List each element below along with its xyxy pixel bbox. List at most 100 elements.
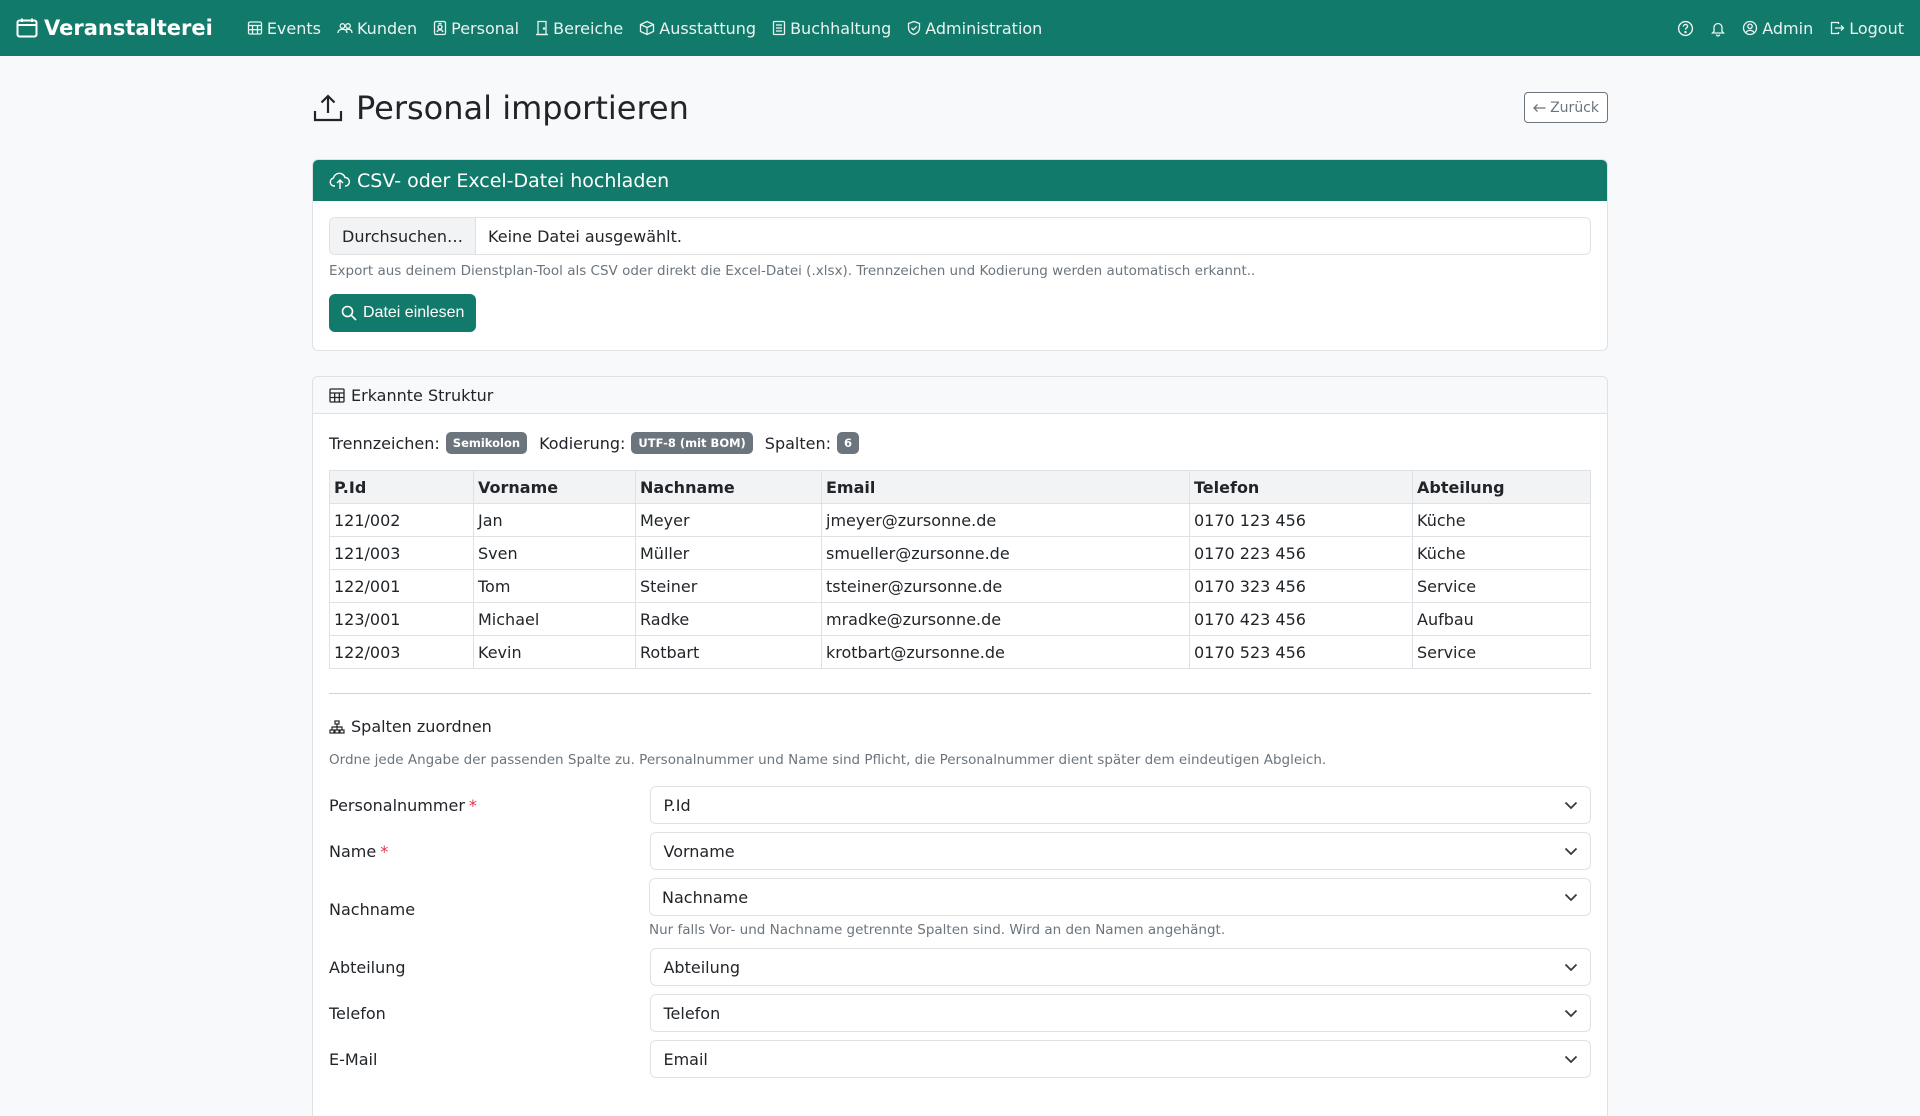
column-header: P.Id bbox=[329, 470, 474, 504]
select-telefon[interactable]: Telefon bbox=[650, 994, 1591, 1032]
field-label-text: Telefon bbox=[329, 1003, 386, 1023]
user-circle-icon bbox=[1742, 20, 1758, 36]
structure-meta: Trennzeichen: Semikolon Kodierung: UTF-8… bbox=[329, 432, 1591, 454]
logout-icon bbox=[1829, 20, 1845, 36]
page-title-text: Personal importieren bbox=[356, 88, 689, 127]
nachname-field-group: Nachname Nur falls Vor- und Nachname get… bbox=[649, 878, 1591, 938]
nav-administration[interactable]: Administration bbox=[907, 19, 1042, 38]
structure-card-title: Erkannte Struktur bbox=[351, 385, 494, 405]
people-icon bbox=[337, 20, 353, 36]
table-cell: 123/001 bbox=[329, 602, 474, 636]
select-nachname[interactable]: Nachname bbox=[649, 878, 1591, 916]
structure-card-header: Erkannte Struktur bbox=[313, 377, 1607, 414]
delimiter-badge: Semikolon bbox=[445, 432, 528, 454]
table-cell: jmeyer@zursonne.de bbox=[821, 503, 1190, 537]
table-icon bbox=[329, 387, 345, 403]
nav-admin-user[interactable]: Admin bbox=[1742, 19, 1813, 38]
read-file-label: Datei einlesen bbox=[363, 304, 465, 321]
mapping-label: Personalnummer * bbox=[329, 786, 650, 824]
structure-card-body: Trennzeichen: Semikolon Kodierung: UTF-8… bbox=[313, 414, 1607, 1094]
table-row: 121/002 Jan Meyer jmeyer@zursonne.de 017… bbox=[329, 503, 1591, 537]
structure-card: Erkannte Struktur Trennzeichen: Semikolo… bbox=[312, 376, 1608, 1116]
table-row: 123/001 Michael Radke mradke@zursonne.de… bbox=[329, 602, 1591, 636]
table-cell: 0170 323 456 bbox=[1189, 569, 1413, 603]
table-cell: Jan bbox=[473, 503, 636, 537]
back-button[interactable]: Zurück bbox=[1524, 92, 1608, 123]
table-cell: 122/001 bbox=[329, 569, 474, 603]
arrow-left-icon bbox=[1533, 103, 1546, 113]
select-abteilung[interactable]: Abteilung bbox=[650, 948, 1591, 986]
table-cell: Rotbart bbox=[635, 635, 822, 669]
select-name[interactable]: Vorname bbox=[650, 832, 1591, 870]
main-container: Personal importieren Zurück CSV- oder Ex… bbox=[312, 56, 1608, 1116]
table-cell: Steiner bbox=[635, 569, 822, 603]
select-value: Abteilung bbox=[663, 957, 741, 977]
table-row: 122/001 Tom Steiner tsteiner@zursonne.de… bbox=[329, 569, 1591, 603]
nav-logout[interactable]: Logout bbox=[1829, 19, 1904, 38]
nav-buchhaltung[interactable]: Buchhaltung bbox=[772, 19, 891, 38]
nav-events-label: Events bbox=[266, 18, 321, 38]
mapping-form: Personalnummer * P.Id Name * Vorname Nachn… bbox=[329, 786, 1591, 1078]
select-email[interactable]: Email bbox=[650, 1040, 1591, 1078]
door-icon bbox=[535, 20, 549, 36]
upload-card: CSV- oder Excel-Datei hochladen Durchsuc… bbox=[312, 159, 1608, 351]
columns-label: Spalten: bbox=[764, 433, 832, 453]
mapping-row-name: Name * Vorname bbox=[329, 832, 1591, 870]
field-label-text: Name bbox=[329, 841, 377, 861]
table-cell: Meyer bbox=[635, 503, 822, 537]
nav-ausstattung-label: Ausstattung bbox=[659, 18, 757, 38]
nav-bereiche[interactable]: Bereiche bbox=[535, 19, 623, 38]
read-file-button[interactable]: Datei einlesen bbox=[329, 294, 477, 332]
table-cell: 0170 523 456 bbox=[1189, 635, 1413, 669]
column-header: Email bbox=[821, 470, 1190, 504]
table-cell: Service bbox=[1412, 569, 1591, 603]
nav-kunden[interactable]: Kunden bbox=[337, 19, 417, 38]
file-input[interactable]: Durchsuchen… Keine Datei ausgewählt. bbox=[329, 217, 1591, 255]
select-value: Email bbox=[663, 1049, 708, 1069]
section-divider bbox=[329, 693, 1591, 694]
upload-card-title: CSV- oder Excel-Datei hochladen bbox=[357, 169, 670, 192]
encoding-label: Kodierung: bbox=[539, 433, 626, 453]
table-row: 121/003 Sven Müller smueller@zursonne.de… bbox=[329, 536, 1591, 570]
field-label-text: Personalnummer bbox=[329, 795, 465, 815]
required-marker: * bbox=[468, 795, 477, 815]
chevron-down-icon bbox=[1564, 963, 1578, 972]
calendar-grid-icon bbox=[247, 20, 263, 36]
table-cell: 121/003 bbox=[329, 536, 474, 570]
select-value: Telefon bbox=[663, 1003, 721, 1023]
field-label-text: Nachname bbox=[329, 899, 416, 919]
nav-ausstattung[interactable]: Ausstattung bbox=[639, 19, 756, 38]
nav-personal[interactable]: Personal bbox=[433, 19, 519, 38]
mapping-row-abteilung: Abteilung Abteilung bbox=[329, 948, 1591, 986]
table-cell: Radke bbox=[635, 602, 822, 636]
table-cell: smueller@zursonne.de bbox=[821, 536, 1190, 570]
field-label-text: Abteilung bbox=[329, 957, 406, 977]
browse-button[interactable]: Durchsuchen… bbox=[330, 218, 477, 254]
table-row: 122/003 Kevin Rotbart krotbart@zursonne.… bbox=[329, 635, 1591, 669]
select-personalnummer[interactable]: P.Id bbox=[650, 786, 1591, 824]
mapping-label: E-Mail bbox=[329, 1040, 650, 1078]
nav-events[interactable]: Events bbox=[247, 19, 321, 38]
brand-link[interactable]: Veranstalterei bbox=[16, 16, 213, 40]
column-header: Telefon bbox=[1189, 470, 1413, 504]
field-label-text: E-Mail bbox=[329, 1049, 378, 1069]
table-cell: Küche bbox=[1412, 536, 1591, 570]
admin-label: Admin bbox=[1762, 18, 1814, 38]
file-status: Keine Datei ausgewählt. bbox=[488, 226, 682, 246]
table-cell: krotbart@zursonne.de bbox=[821, 635, 1190, 669]
bell-icon[interactable] bbox=[1710, 20, 1726, 37]
help-icon[interactable] bbox=[1677, 20, 1694, 37]
table-cell: 0170 423 456 bbox=[1189, 602, 1413, 636]
upload-help-text: Export aus deinem Dienstplan-Tool als CS… bbox=[329, 263, 1256, 279]
ledger-icon bbox=[772, 20, 786, 36]
column-header: Abteilung bbox=[1412, 470, 1591, 504]
upload-card-header: CSV- oder Excel-Datei hochladen bbox=[313, 160, 1607, 201]
mapping-label: Telefon bbox=[329, 994, 650, 1032]
top-navbar: Veranstalterei Events Kunden Personal Be… bbox=[0, 0, 1920, 56]
mapping-row-email: E-Mail Email bbox=[329, 1040, 1591, 1078]
table-cell: Service bbox=[1412, 635, 1591, 669]
badge-icon bbox=[433, 20, 447, 36]
main-nav: Events Kunden Personal Bereiche Ausstatt… bbox=[247, 19, 1042, 38]
table-cell: Kevin bbox=[473, 635, 636, 669]
table-cell: 0170 223 456 bbox=[1189, 536, 1413, 570]
